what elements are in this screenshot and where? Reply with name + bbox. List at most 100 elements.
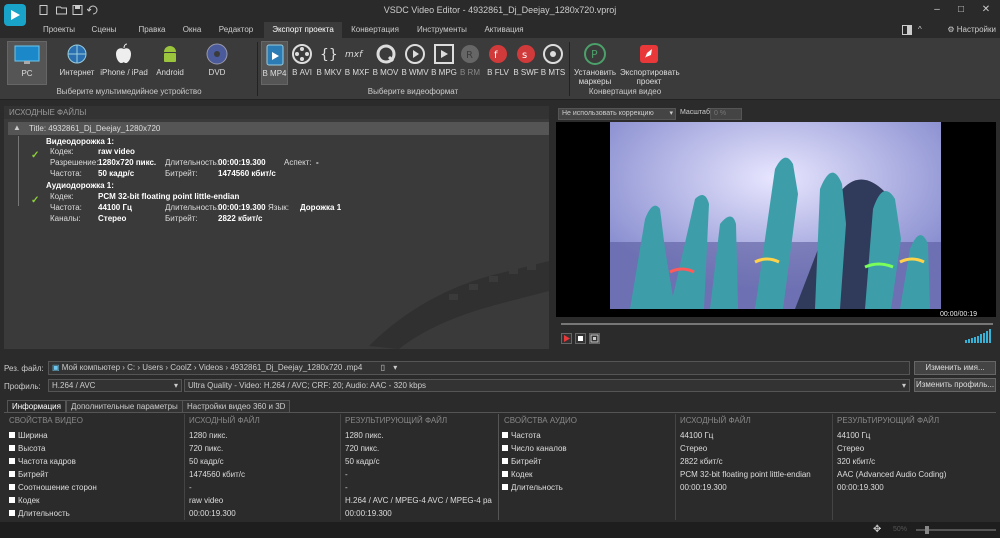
- video-info-row-4-col-2: -: [345, 483, 348, 492]
- device-android-button[interactable]: Android: [153, 41, 187, 85]
- menu-activation[interactable]: Активация: [478, 22, 530, 38]
- format-mp4-button[interactable]: В MP4: [261, 41, 288, 85]
- format-flv-label: В FLV: [487, 68, 509, 77]
- format-mxf-label: В MXF: [344, 68, 370, 77]
- menu-projects[interactable]: Проекты: [38, 22, 80, 38]
- chevron-down-icon[interactable]: ▾: [393, 363, 397, 372]
- export-ribbon: PC Интернет iPhone / iPad Android DVD Вы…: [0, 38, 1000, 100]
- device-internet-button[interactable]: Интернет: [57, 41, 97, 85]
- stop-icon: [578, 336, 583, 341]
- zoom-slider-handle[interactable]: [925, 526, 929, 534]
- audio-info-cell-text: Битрейт: [511, 457, 542, 466]
- audio-info-row-3-col-0: Кодек: [502, 470, 533, 479]
- volume-bars-icon[interactable]: [965, 329, 993, 343]
- format-wmv-button[interactable]: В WMV: [401, 41, 429, 85]
- format-swf-button[interactable]: s В SWF: [513, 41, 539, 85]
- chevron-down-icon: ▾: [173, 381, 178, 390]
- menu-conversion[interactable]: Конвертация: [346, 22, 404, 38]
- format-mkv-button[interactable]: {} В MKV: [316, 41, 342, 85]
- video-bitrate-value: 1474560 кбит/с: [218, 169, 276, 178]
- change-profile-button[interactable]: Изменить профиль...: [914, 378, 996, 392]
- path-my-computer[interactable]: Мой компьютер: [62, 363, 120, 372]
- device-dvd-button[interactable]: DVD: [200, 41, 234, 85]
- path-videos[interactable]: Videos: [199, 363, 223, 372]
- fullscreen-button[interactable]: [589, 333, 600, 344]
- chevron-up-icon[interactable]: ^: [918, 22, 922, 38]
- device-iphone-label: iPhone / iPad: [100, 68, 148, 77]
- close-button[interactable]: ✕: [977, 3, 995, 17]
- column-divider: [675, 414, 676, 520]
- rename-button[interactable]: Изменить имя...: [914, 361, 996, 375]
- source-title: Title: 4932861_Dj_Deejay_1280x720: [29, 124, 161, 133]
- section-divider: [498, 414, 499, 520]
- source-title-row[interactable]: Title: 4932861_Dj_Deejay_1280x720: [8, 122, 549, 135]
- set-markers-button[interactable]: P Установить маркеры: [572, 41, 618, 86]
- video-preview[interactable]: [556, 122, 996, 317]
- path-extension[interactable]: .mp4: [345, 363, 363, 372]
- video-fps-label: Частота:: [50, 169, 82, 178]
- format-mxf-button[interactable]: mxf В MXF: [344, 41, 370, 85]
- audio-channels-value: Стерео: [98, 214, 127, 223]
- export-group-label: Конвертация видео: [588, 87, 662, 96]
- gear-icon: ⚙: [947, 25, 955, 34]
- video-info-cell-text: Ширина: [18, 431, 48, 440]
- play-button[interactable]: [561, 333, 572, 344]
- collapse-triangle-icon[interactable]: ▲: [13, 123, 21, 132]
- format-rm-button[interactable]: R В RM: [459, 41, 481, 85]
- file-icon[interactable]: ▯: [381, 363, 385, 372]
- vsdc-logo-icon[interactable]: [4, 4, 26, 26]
- format-mts-button[interactable]: В MTS: [540, 41, 566, 85]
- format-avi-button[interactable]: В AVI: [290, 41, 314, 85]
- format-flv-button[interactable]: f В FLV: [485, 41, 511, 85]
- menu-scenes[interactable]: Сцены: [84, 22, 124, 38]
- layout-icon[interactable]: [902, 25, 912, 35]
- minimize-button[interactable]: –: [928, 3, 946, 17]
- audio-duration-label: Длительность:: [165, 203, 220, 212]
- device-pc-button[interactable]: PC: [7, 41, 47, 85]
- correction-value: Не использовать коррекцию: [562, 110, 654, 117]
- device-iphone-button[interactable]: iPhone / iPad: [99, 41, 149, 85]
- format-mpg-button[interactable]: В MPG: [431, 41, 457, 85]
- menu-windows[interactable]: Окна: [175, 22, 209, 38]
- output-path-field[interactable]: ▣ Мой компьютер › C: › Users › CoolZ › V…: [48, 361, 910, 375]
- path-filename[interactable]: 4932861_Dj_Deejay_1280x720: [230, 363, 342, 372]
- profile-select[interactable]: H.264 / AVC ▾: [48, 379, 182, 392]
- format-mov-button[interactable]: В MOV: [372, 41, 399, 85]
- menu-tools[interactable]: Инструменты: [414, 22, 470, 38]
- move-crosshair-icon[interactable]: ✥: [873, 524, 881, 535]
- property-square-icon: [9, 471, 15, 477]
- mp4-icon: [266, 44, 283, 66]
- audio-info-row-4-col-1: 00:00:19.300: [680, 483, 727, 492]
- quality-select[interactable]: Ultra Quality - Video: H.264 / AVC; CRF:…: [184, 379, 910, 392]
- video-track-title: Видеодорожка 1:: [46, 137, 115, 146]
- audio-info-row-0-col-1: 44100 Гц: [680, 431, 713, 440]
- property-square-icon: [9, 497, 15, 503]
- path-user[interactable]: CoolZ: [170, 363, 191, 372]
- zoom-label: Масштаб:: [680, 109, 712, 116]
- play-icon: [564, 335, 570, 342]
- seek-bar[interactable]: [561, 323, 993, 325]
- playback-time: 00:00/00:19: [940, 311, 977, 318]
- property-square-icon: [9, 458, 15, 464]
- video-track-check-icon[interactable]: ✓: [31, 150, 39, 161]
- film-strip-watermark-icon: [369, 261, 549, 349]
- audio-track-title: Аудиодорожка 1:: [46, 181, 114, 190]
- stop-button[interactable]: [575, 333, 586, 344]
- realmedia-icon: R: [461, 45, 479, 63]
- video-info-row-3-col-0: Битрейт: [9, 470, 48, 479]
- menu-export-project[interactable]: Экспорт проекта: [264, 22, 342, 38]
- settings-button[interactable]: ⚙ Настройки: [947, 22, 996, 38]
- zoom-select[interactable]: 0 %: [710, 108, 742, 120]
- export-project-button[interactable]: Экспортировать проект: [620, 41, 680, 86]
- audio-track-check-icon[interactable]: ✓: [31, 195, 39, 206]
- video-info-row-6-col-2: 00:00:19.300: [345, 509, 392, 518]
- menu-editor[interactable]: Редактор: [214, 22, 258, 38]
- path-users[interactable]: Users: [142, 363, 163, 372]
- menu-edit[interactable]: Правка: [131, 22, 173, 38]
- path-drive[interactable]: C:: [127, 363, 135, 372]
- mxf-icon: mxf: [345, 50, 364, 60]
- svg-text:{}: {}: [320, 47, 338, 63]
- maximize-button[interactable]: □: [952, 3, 970, 17]
- svg-text:s: s: [522, 50, 527, 61]
- correction-select[interactable]: Не использовать коррекцию ▾: [558, 108, 676, 120]
